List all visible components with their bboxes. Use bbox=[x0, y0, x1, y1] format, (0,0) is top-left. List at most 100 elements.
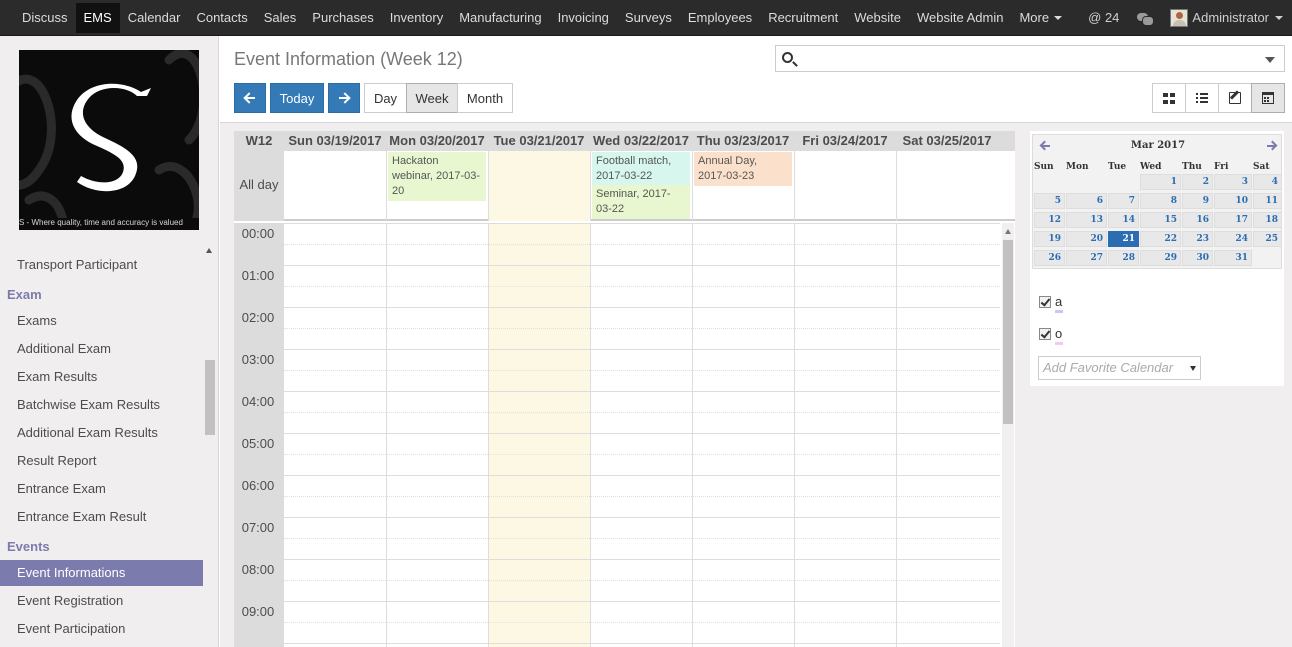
day-header[interactable]: Sat 03/25/2017 bbox=[896, 131, 998, 151]
mini-day[interactable]: 24 bbox=[1214, 231, 1252, 247]
mini-day[interactable]: 14 bbox=[1108, 212, 1139, 228]
calendar-event[interactable]: Annual Day, 2017-03-23 bbox=[694, 152, 792, 186]
mini-day[interactable]: 27 bbox=[1066, 250, 1107, 266]
sidebar-item[interactable]: Additional Exam Results bbox=[0, 420, 203, 446]
app-menu-item[interactable]: Website bbox=[846, 3, 909, 33]
mini-day[interactable]: 25 bbox=[1253, 231, 1282, 247]
app-menu-item[interactable]: Discuss bbox=[14, 3, 76, 33]
time-grid[interactable]: 00:00 01:00 02:00 03:00 04:00 05:00 06:00 07:00… bbox=[234, 223, 1000, 647]
mini-day[interactable]: 31 bbox=[1214, 250, 1252, 266]
app-menu-item[interactable]: Purchases bbox=[304, 3, 381, 33]
kanban-view-button[interactable] bbox=[1152, 83, 1186, 113]
sidebar-item[interactable]: Result Report bbox=[0, 448, 203, 474]
mini-day[interactable]: 19 bbox=[1034, 231, 1065, 247]
previous-button[interactable] bbox=[234, 83, 266, 113]
app-menu-item[interactable]: Inventory bbox=[382, 3, 451, 33]
app-menu-item[interactable]: Invoicing bbox=[550, 3, 617, 33]
mini-day[interactable]: 10 bbox=[1214, 193, 1252, 209]
search-options-dropdown[interactable] bbox=[1265, 57, 1275, 63]
sidebar-item[interactable]: Transport Participant bbox=[0, 252, 203, 278]
app-menu-item[interactable]: Recruitment bbox=[760, 3, 846, 33]
app-menu-item[interactable]: Employees bbox=[680, 3, 760, 33]
mini-day[interactable]: 16 bbox=[1182, 212, 1213, 228]
mini-day[interactable]: 2 bbox=[1182, 174, 1213, 190]
weekday-label: Fri bbox=[1214, 162, 1229, 172]
day-header[interactable]: Tue 03/21/2017 bbox=[488, 131, 590, 151]
mini-day[interactable]: 8 bbox=[1140, 193, 1181, 209]
sidebar-item[interactable]: Additional Exam bbox=[0, 336, 203, 362]
week-view-button[interactable]: Week bbox=[406, 83, 458, 113]
day-header[interactable]: Sun 03/19/2017 bbox=[284, 131, 386, 151]
mini-day[interactable]: 12 bbox=[1034, 212, 1065, 228]
mini-day[interactable]: 9 bbox=[1182, 193, 1213, 209]
mini-day[interactable]: 13 bbox=[1066, 212, 1107, 228]
calendar-scrollbar[interactable] bbox=[1002, 223, 1014, 647]
calendar-event[interactable]: Football match, 2017-03-22 bbox=[592, 152, 690, 186]
mini-day[interactable]: 3 bbox=[1214, 174, 1252, 190]
checkbox[interactable] bbox=[1039, 295, 1051, 308]
app-menu-item[interactable]: Manufacturing bbox=[451, 3, 549, 33]
favorite-calendar-item[interactable]: a bbox=[1039, 294, 1063, 313]
chat-button[interactable] bbox=[1128, 12, 1161, 26]
add-favorite-calendar-select[interactable]: Add Favorite Calendar bbox=[1038, 356, 1201, 380]
sidebar-item[interactable]: Exam Results bbox=[0, 364, 203, 390]
list-view-button[interactable] bbox=[1185, 83, 1219, 113]
mini-day[interactable]: 23 bbox=[1182, 231, 1213, 247]
day-header[interactable]: Wed 03/22/2017 bbox=[590, 131, 692, 151]
sidebar-item[interactable]: Event Participation bbox=[0, 616, 203, 642]
sidebar-item[interactable]: Event Informations bbox=[0, 560, 203, 586]
allday-row[interactable]: Hackaton webinar, 2017-03-20 Football mat… bbox=[234, 151, 1015, 221]
calendar-event[interactable]: Hackaton webinar, 2017-03-20 bbox=[388, 152, 486, 201]
mini-day[interactable]: 11 bbox=[1253, 193, 1282, 209]
mini-next-icon[interactable] bbox=[1266, 141, 1278, 151]
scroll-up-icon[interactable] bbox=[1005, 229, 1011, 234]
app-menu-item[interactable]: Surveys bbox=[617, 3, 680, 33]
user-menu[interactable]: Administrator bbox=[1161, 3, 1292, 33]
app-menu-item[interactable]: EMS bbox=[75, 3, 120, 33]
mini-day[interactable]: 18 bbox=[1253, 212, 1282, 228]
form-view-button[interactable] bbox=[1218, 83, 1252, 113]
mini-day[interactable]: 5 bbox=[1034, 193, 1065, 209]
calendar-event[interactable]: Seminar, 2017-03-22 bbox=[592, 185, 690, 219]
day-header[interactable]: Fri 03/24/2017 bbox=[794, 131, 896, 151]
mini-day[interactable]: 4 bbox=[1253, 174, 1282, 190]
color-swatch bbox=[1055, 310, 1063, 313]
search-input[interactable] bbox=[775, 45, 1285, 72]
mini-day[interactable]: 22 bbox=[1140, 231, 1181, 247]
mini-day[interactable]: 1 bbox=[1140, 174, 1181, 190]
sidebar-item[interactable]: Batchwise Exam Results bbox=[0, 392, 203, 418]
day-header[interactable]: Thu 03/23/2017 bbox=[692, 131, 794, 151]
sidebar-scrollbar[interactable] bbox=[205, 360, 215, 435]
today-button[interactable]: Today bbox=[270, 83, 324, 113]
mini-day[interactable]: 6 bbox=[1066, 193, 1107, 209]
day-header[interactable]: Mon 03/20/2017 bbox=[386, 131, 488, 151]
sidebar-item[interactable]: Entrance Exam Result bbox=[0, 504, 203, 530]
mini-day[interactable]: 21 bbox=[1108, 231, 1139, 247]
sidebar-item[interactable]: Entrance Exam bbox=[0, 476, 203, 502]
mentions-counter[interactable]: @ 24 bbox=[1079, 3, 1128, 33]
mini-day[interactable]: 7 bbox=[1108, 193, 1139, 209]
mini-day[interactable]: 17 bbox=[1214, 212, 1252, 228]
mini-day[interactable]: 15 bbox=[1140, 212, 1181, 228]
mini-day[interactable]: 29 bbox=[1140, 250, 1181, 266]
mini-day[interactable]: 30 bbox=[1182, 250, 1213, 266]
scroll-up-icon[interactable] bbox=[206, 248, 212, 253]
checkbox[interactable] bbox=[1039, 327, 1051, 340]
app-menu-item[interactable]: Sales bbox=[256, 3, 305, 33]
favorite-calendar-item[interactable]: o bbox=[1039, 326, 1063, 345]
sidebar-item[interactable]: Event Registration bbox=[0, 588, 203, 614]
mini-day[interactable]: 26 bbox=[1034, 250, 1065, 266]
sidebar-item[interactable]: Exams bbox=[0, 308, 203, 334]
next-button[interactable] bbox=[328, 83, 360, 113]
calendar-view-button[interactable] bbox=[1251, 83, 1285, 113]
favorite-label: a bbox=[1055, 294, 1063, 313]
app-menu-item[interactable]: Contacts bbox=[188, 3, 255, 33]
app-menu-item[interactable]: Calendar bbox=[120, 3, 189, 33]
mini-day[interactable]: 28 bbox=[1108, 250, 1139, 266]
day-view-button[interactable]: Day bbox=[364, 83, 407, 113]
month-view-button[interactable]: Month bbox=[457, 83, 513, 113]
scrollbar-thumb[interactable] bbox=[1003, 240, 1013, 424]
app-menu-item[interactable]: Website Admin bbox=[909, 3, 1011, 33]
more-menu[interactable]: More bbox=[1011, 3, 1070, 33]
mini-day[interactable]: 20 bbox=[1066, 231, 1107, 247]
